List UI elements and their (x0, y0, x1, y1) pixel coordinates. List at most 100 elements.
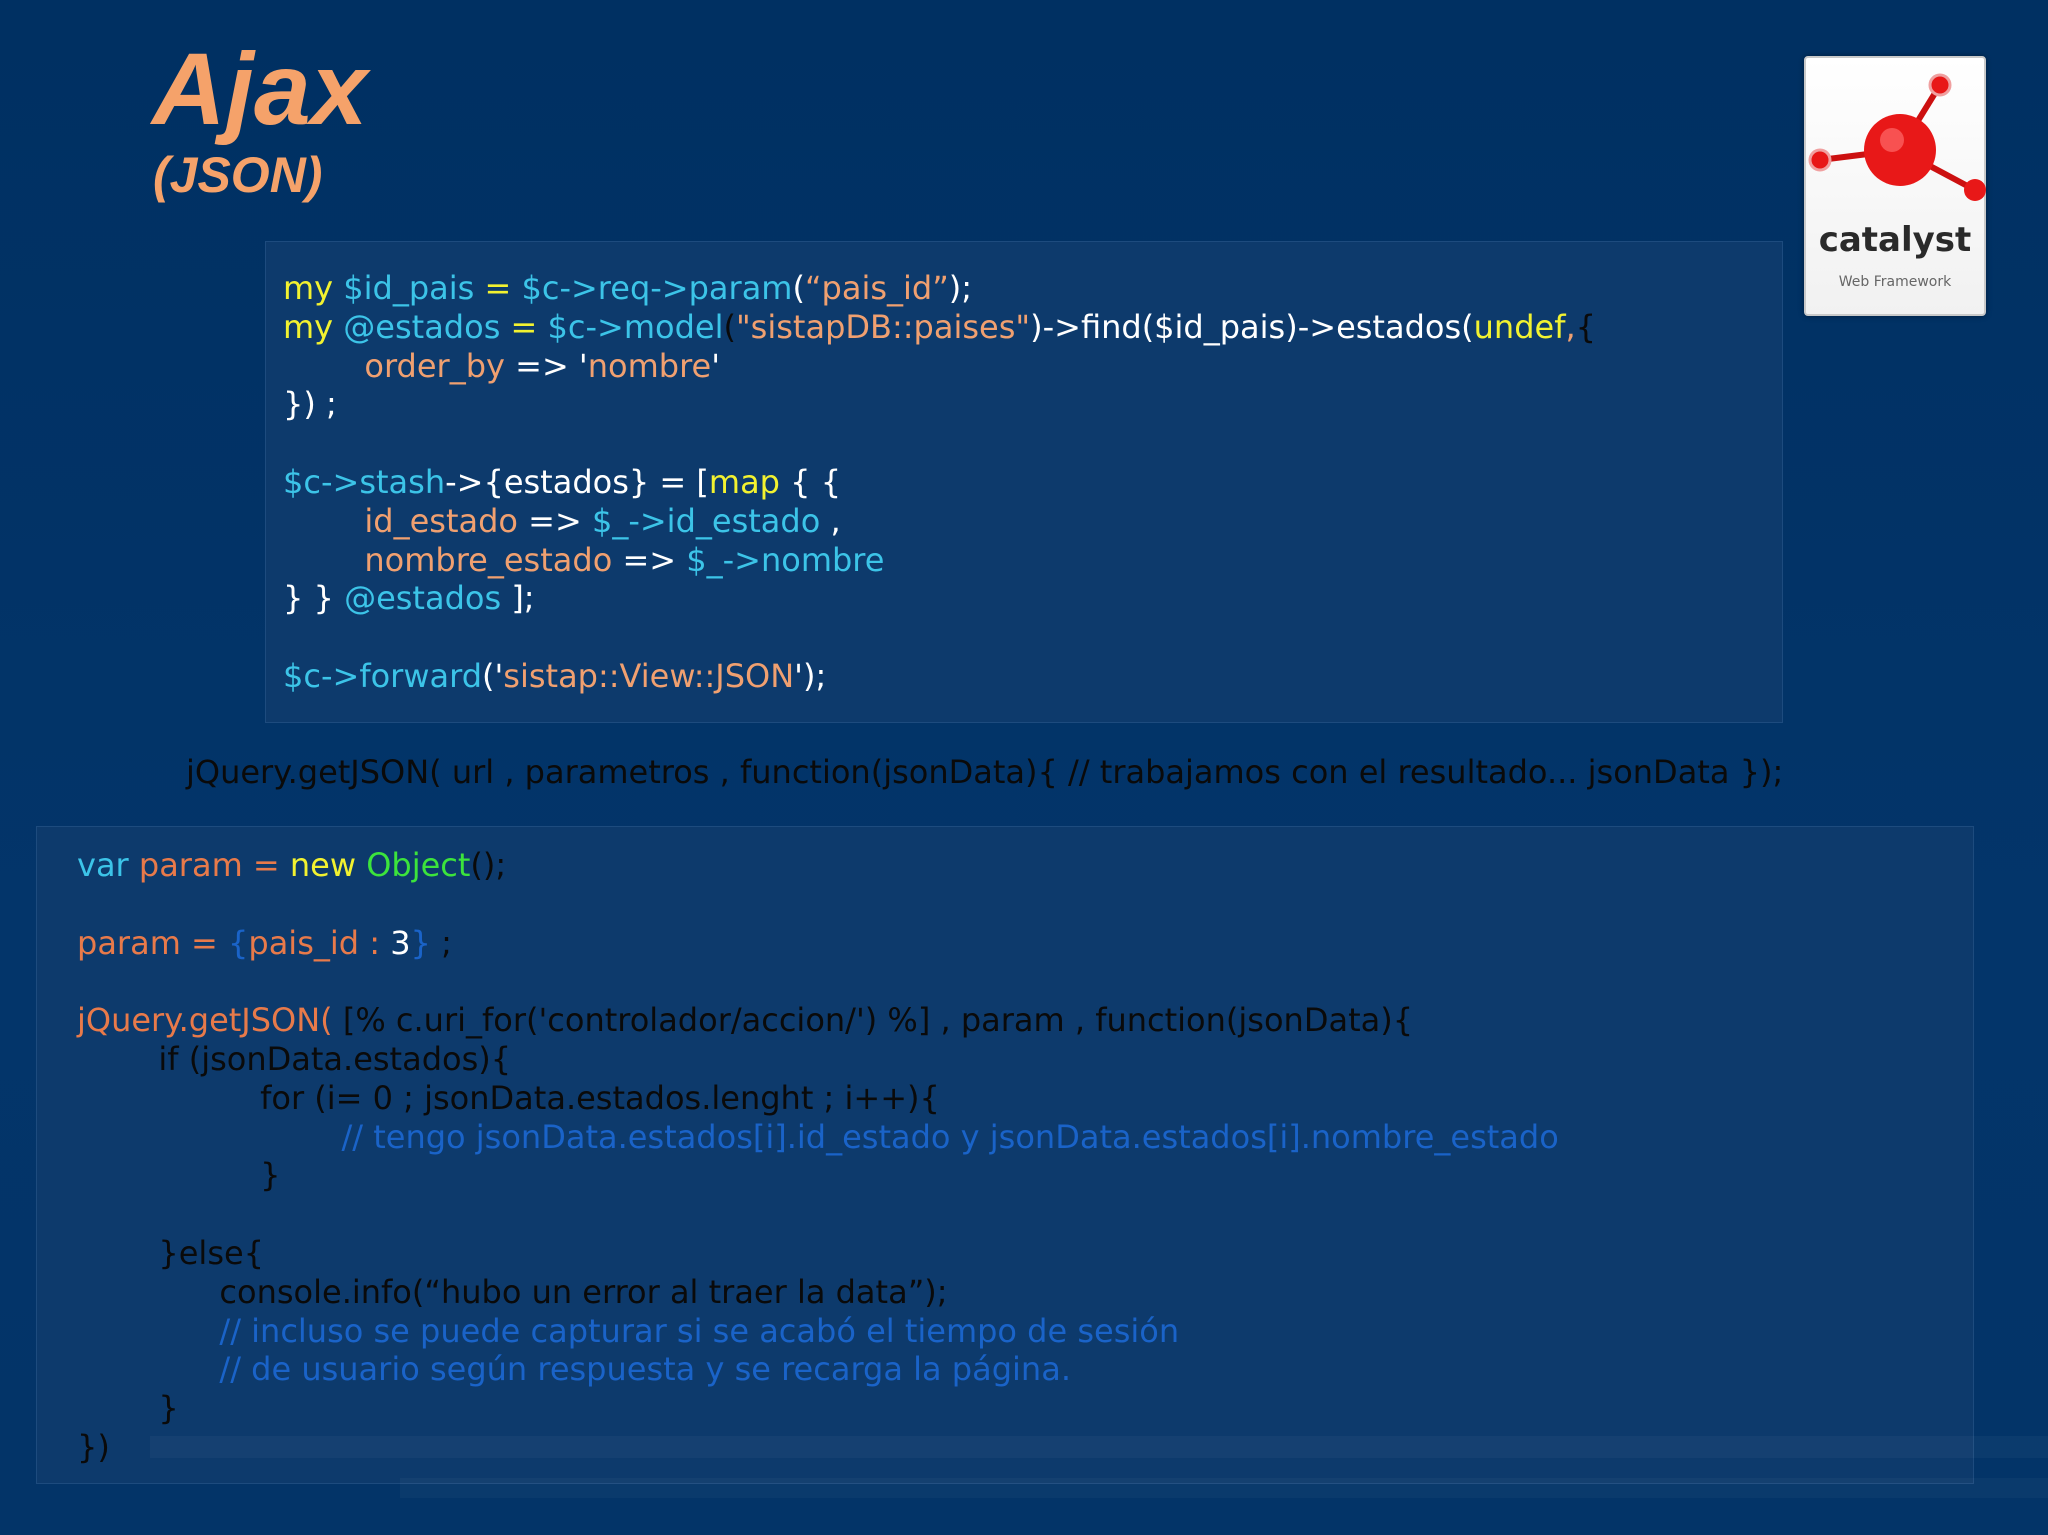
code-line: jQuery.getJSON( [% c.uri_for('controlado… (77, 1001, 1559, 1040)
slide-subtitle: (JSON) (153, 147, 323, 203)
code-token: , (820, 501, 841, 540)
code-token: (' (482, 656, 504, 695)
slide-title: Ajax (152, 32, 368, 146)
code-token: }) (77, 1427, 110, 1466)
code-token: new (289, 846, 367, 884)
code-token: ]; (501, 579, 535, 618)
code-token: }) ; (283, 385, 337, 424)
code-line: $c->forward('sistap::View::JSON'); (283, 657, 1596, 696)
code-token: $id_pais (343, 269, 475, 307)
code-token: ( (723, 307, 736, 346)
code-line: if (jsonData.estados){ (77, 1040, 1559, 1079)
code-token: my (283, 269, 344, 307)
code-token: { { (779, 462, 842, 501)
code-token: console.info(“hubo un error al traer la … (77, 1272, 948, 1311)
code-token: var (77, 846, 139, 884)
code-line: }else{ (77, 1234, 1559, 1273)
code-token: , (1565, 307, 1576, 346)
code-token: => (517, 501, 592, 540)
js-code-block: var param = new Object(); param = {pais_… (77, 846, 1559, 1467)
code-token: => ' (504, 346, 588, 385)
logo-name: catalyst (1818, 220, 1972, 260)
catalyst-logo: catalyst Web Framework (1804, 56, 1986, 316)
code-token: } (77, 1389, 179, 1428)
getjson-signature-line: jQuery.getJSON( url , parametros , funct… (186, 753, 1784, 791)
code-token: } } (283, 579, 345, 618)
code-line: $c->stash->{estados} = [map { { (283, 463, 1596, 502)
code-token: $_->nombre (686, 540, 885, 579)
code-line: my $id_pais = $c->req->param(“pais_id”); (283, 269, 1596, 308)
logo-tagline: Web Framework (1838, 274, 1952, 290)
code-token: $c->stash (283, 462, 446, 501)
code-token: } (77, 1156, 281, 1195)
code-token: id_estado (364, 501, 518, 540)
code-token: Object (366, 846, 471, 884)
code-token: // incluso se puede capturar si se acabó… (219, 1311, 1180, 1350)
perl-code-block: my $id_pais = $c->req->param(“pais_id”);… (283, 269, 1596, 696)
code-line: order_by => 'nombre' (283, 347, 1596, 386)
code-token: ( (792, 269, 805, 307)
code-line: id_estado => $_->id_estado , (283, 502, 1596, 541)
code-token: (); (470, 846, 507, 884)
code-line: // tengo jsonData.estados[i].id_estado y… (77, 1117, 1559, 1157)
code-token: jQuery.getJSON( (77, 1001, 343, 1040)
code-line: console.info(“hubo un error al traer la … (77, 1273, 1559, 1312)
code-token: [% c.uri_for('controlador/accion/') %] ,… (342, 1001, 1414, 1040)
code-line: } } @estados ]; (283, 579, 1596, 618)
code-token: // tengo jsonData.estados[i].id_estado y… (341, 1117, 1559, 1156)
code-token: $c->model (547, 307, 724, 346)
code-line: my @estados = $c->model("sistapDB::paise… (283, 308, 1596, 347)
code-line: // de usuario según respuesta y se recar… (77, 1350, 1559, 1389)
catalyst-molecule-icon (1808, 73, 1986, 201)
code-token: }else{ (77, 1233, 265, 1272)
code-line: // incluso se puede capturar si se acabó… (77, 1312, 1559, 1351)
code-line: param = {pais_id : 3} ; (77, 924, 1559, 963)
code-line: }) ; (283, 385, 1596, 424)
code-token: ; (430, 923, 452, 962)
bottom-shadow-strip (400, 1478, 2048, 1498)
code-token: nombre_estado (364, 540, 613, 579)
code-token: @estados (344, 579, 502, 618)
code-token: "sistapDB::paises" (735, 307, 1031, 346)
code-token: ); (948, 269, 973, 307)
code-token: order_by (364, 346, 505, 385)
code-token: '); (794, 656, 827, 695)
code-token: sistap::View::JSON (503, 656, 795, 695)
code-token: $c->req->param (521, 269, 793, 307)
code-token: nombre (587, 346, 712, 385)
code-token: )->find($id_pais)->estados( (1030, 307, 1474, 346)
code-token: param = (77, 923, 229, 962)
code-token: “pais_id” (804, 269, 949, 307)
code-token: $c->forward (283, 656, 482, 695)
code-token: $_->id_estado (591, 501, 821, 540)
code-line: nombre_estado => $_->nombre (283, 541, 1596, 580)
code-line: } (77, 1156, 1559, 1195)
code-token: 3 (390, 923, 411, 962)
code-line: for (i= 0 ; jsonData.estados.lenght ; i+… (77, 1079, 1559, 1118)
code-token: ' (711, 346, 720, 385)
code-token: param = (138, 846, 290, 884)
code-token: if (jsonData.estados){ (77, 1039, 512, 1078)
code-token: { (228, 923, 249, 962)
code-token: pais_id : (248, 923, 391, 962)
code-token: ->{estados} = [ (445, 462, 709, 501)
code-token: = (500, 307, 548, 346)
code-line: var param = new Object(); (77, 846, 1559, 885)
code-token: // de usuario según respuesta y se recar… (219, 1350, 1071, 1389)
code-token: = (474, 269, 522, 307)
code-token: => (612, 540, 687, 579)
code-token: { (1575, 307, 1596, 346)
code-token: } (410, 923, 431, 962)
code-token: undef (1473, 307, 1566, 346)
